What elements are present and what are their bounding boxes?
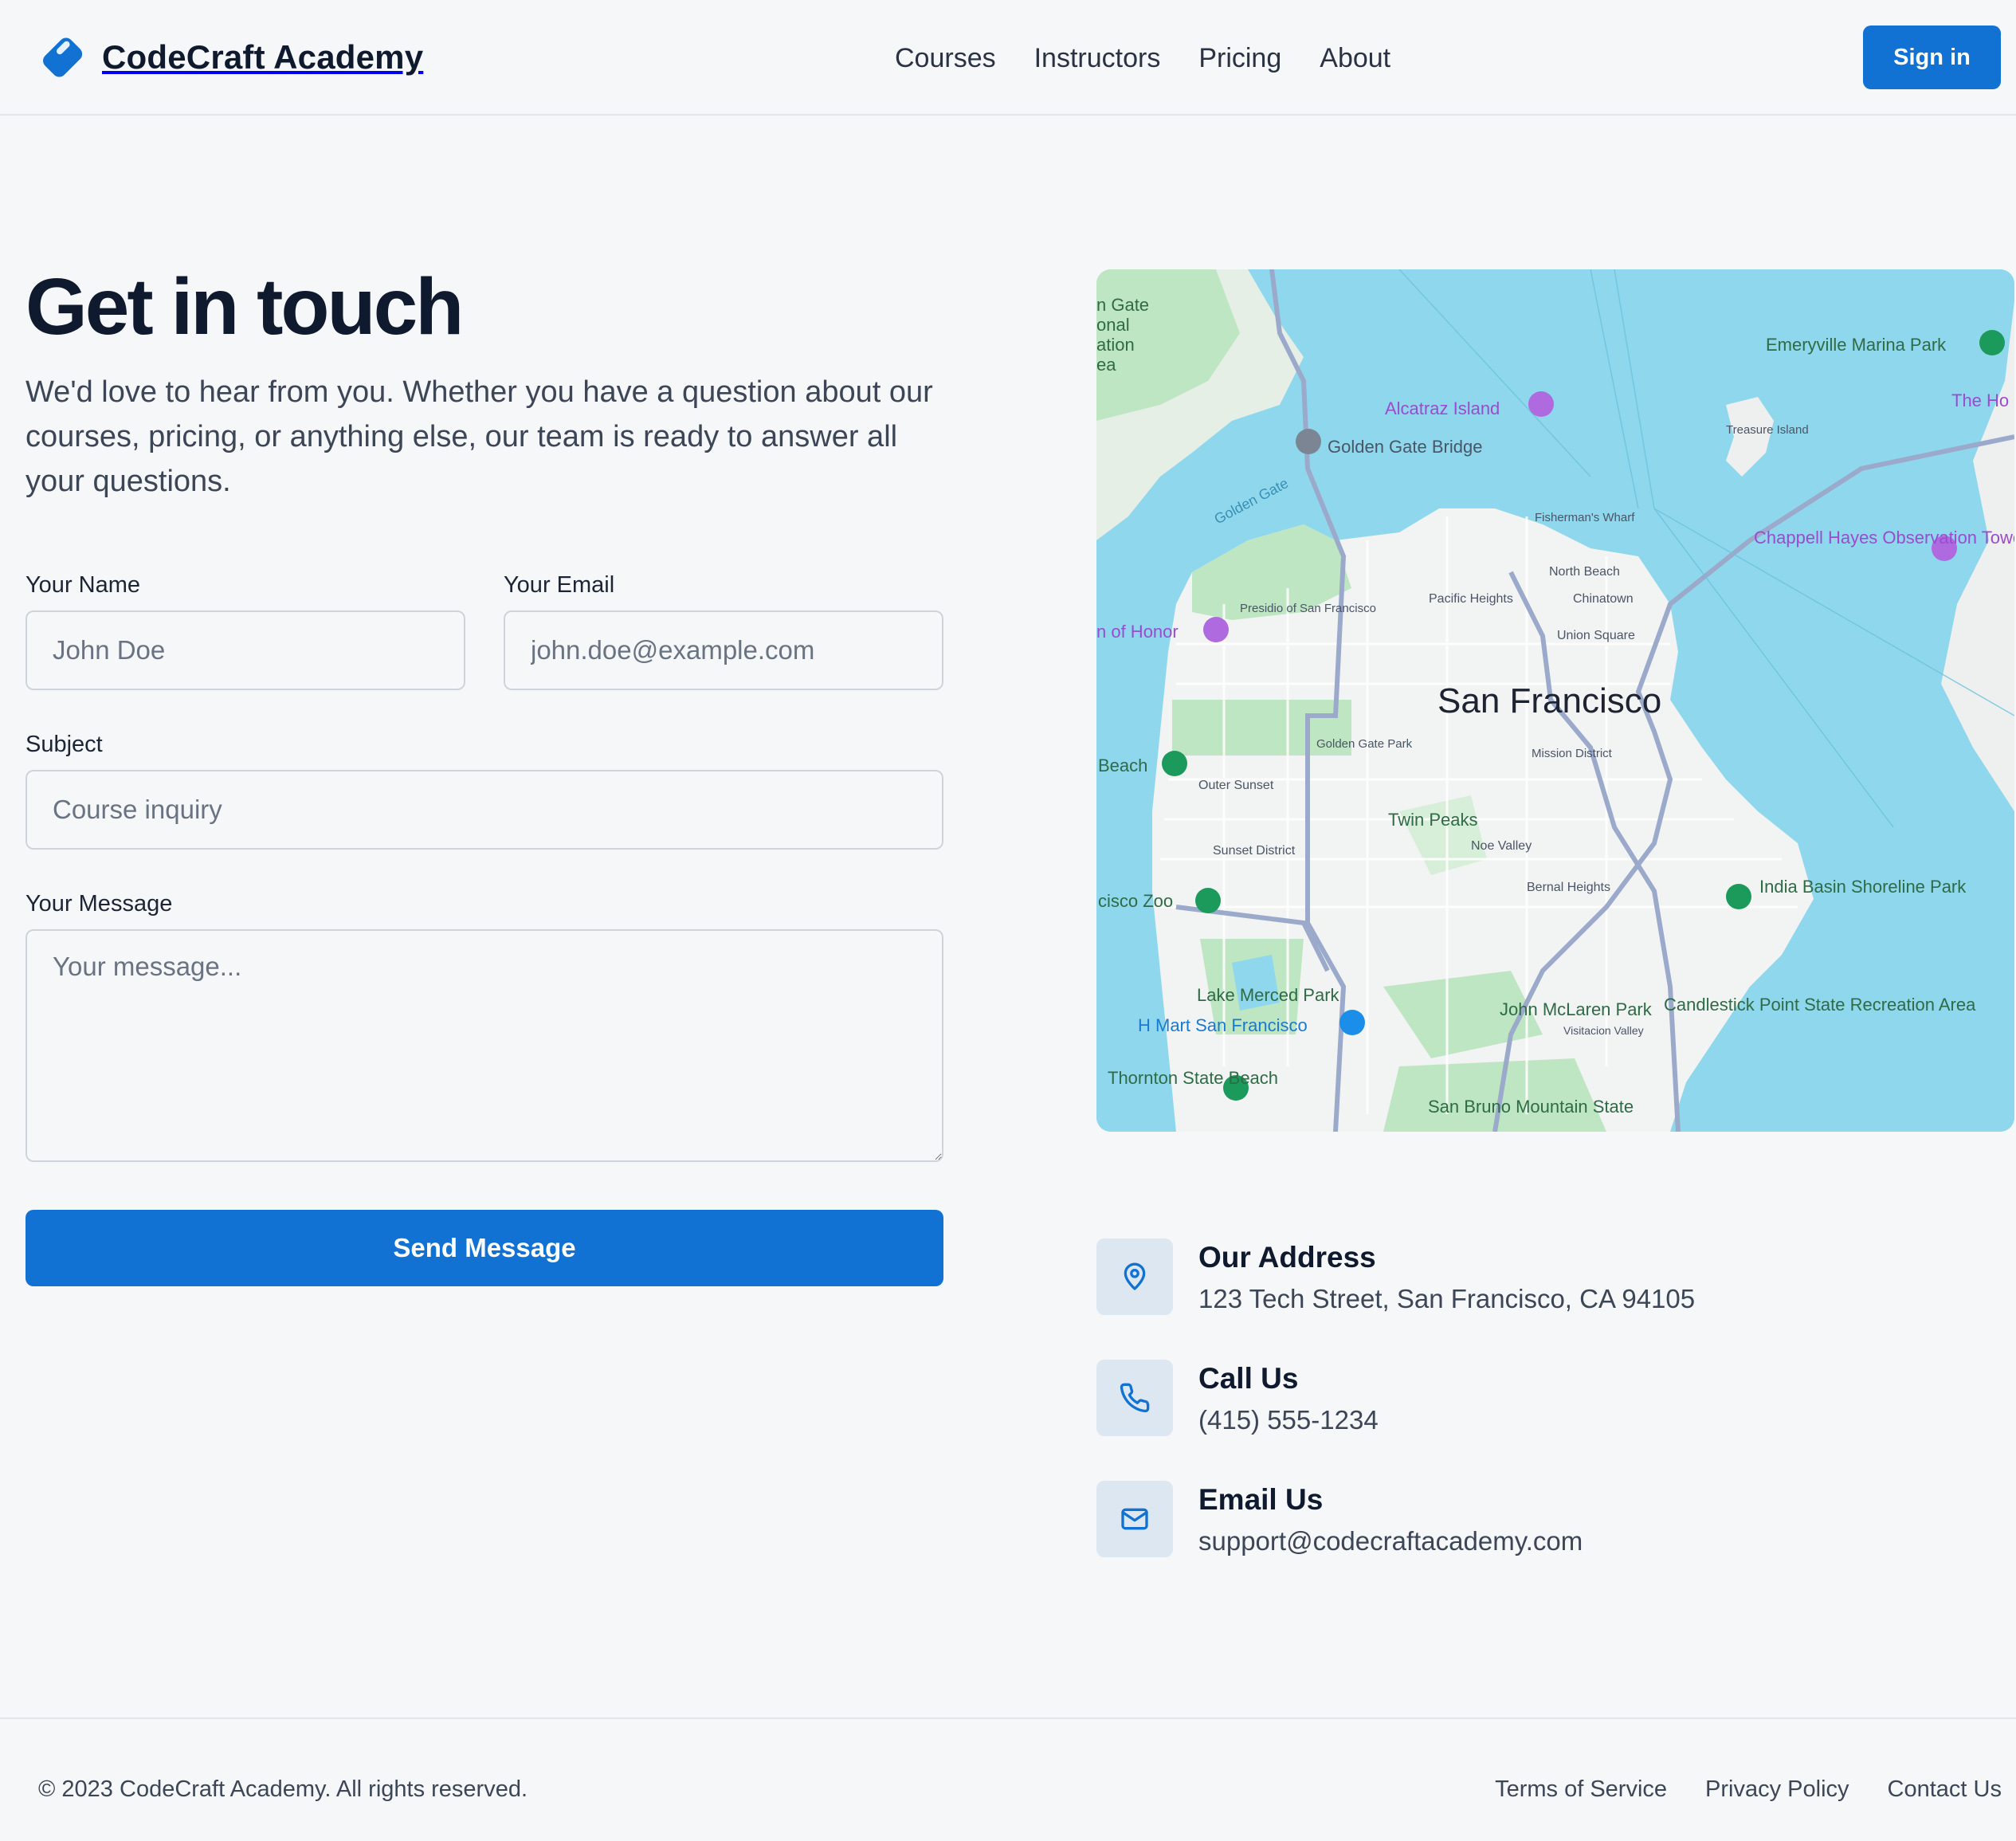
footer-link-privacy[interactable]: Privacy Policy xyxy=(1705,1773,1849,1805)
map-label-emeryville-marina: Emeryville Marina Park xyxy=(1766,335,1947,355)
subject-label: Subject xyxy=(25,732,103,757)
map-label-fishermans-wharf: Fisherman's Wharf xyxy=(1535,511,1635,524)
footer-link-terms[interactable]: Terms of Service xyxy=(1495,1773,1667,1805)
brand-name: CodeCraft Academy xyxy=(102,38,424,76)
email-text[interactable]: support@codecraftacademy.com xyxy=(1198,1524,1583,1559)
contact-phone: Call Us (415) 555-1234 xyxy=(1096,1360,1973,1439)
map-label-chinatown: Chinatown xyxy=(1573,592,1634,606)
tag-icon xyxy=(43,37,83,77)
map-pin-icon xyxy=(1096,1238,1173,1315)
map-label-bernal-heights: Bernal Heights xyxy=(1527,881,1610,894)
map-label-candlestick: Candlestick Point State Recreation Area xyxy=(1664,995,1976,1015)
email-input[interactable] xyxy=(504,610,943,690)
message-textarea[interactable] xyxy=(25,929,943,1162)
map-label-mclaren: John McLaren Park xyxy=(1500,999,1653,1019)
subject-input[interactable] xyxy=(25,770,943,850)
phone-text[interactable]: (415) 555-1234 xyxy=(1198,1403,1379,1438)
map-label-golden-gate-nra-4: ea xyxy=(1096,355,1116,375)
map-label-noe-valley: Noe Valley xyxy=(1471,839,1532,853)
address-text: 123 Tech Street, San Francisco, CA 94105 xyxy=(1198,1284,1696,1313)
map-pin-emeryville-marina[interactable] xyxy=(1979,330,2005,355)
name-input[interactable] xyxy=(25,610,465,690)
map-pin-ocean-beach[interactable] xyxy=(1162,751,1187,776)
contact-address: Our Address 123 Tech Street, San Francis… xyxy=(1096,1238,1973,1318)
map-label-h-mart: H Mart San Francisco xyxy=(1138,1015,1308,1035)
address-title: Our Address xyxy=(1198,1241,1376,1274)
map-label-sunset-district: Sunset District xyxy=(1213,844,1296,858)
location-map[interactable]: n Gate onal ation ea Golden Gate Bridge … xyxy=(1096,269,2014,1132)
map-pin-alcatraz[interactable] xyxy=(1528,391,1554,417)
map-label-india-basin: India Basin Shoreline Park xyxy=(1759,877,1967,897)
page-title: Get in touch xyxy=(25,262,464,351)
map-label-lake-merced: Lake Merced Park xyxy=(1197,985,1340,1005)
map-city-label: San Francisco xyxy=(1437,681,1661,720)
map-label-the-ho: The Ho xyxy=(1951,391,2009,410)
sign-in-button[interactable]: Sign in xyxy=(1863,26,2001,89)
footer-nav: Terms of Service Privacy Policy Contact … xyxy=(1495,1773,2002,1805)
map-label-treasure-island: Treasure Island xyxy=(1726,423,1809,437)
map-pin-legion-of-honor[interactable] xyxy=(1203,617,1229,642)
nav-item-about[interactable]: About xyxy=(1320,38,1390,78)
map-label-twin-peaks: Twin Peaks xyxy=(1388,810,1478,830)
map-label-golden-gate-park: Golden Gate Park xyxy=(1316,737,1413,751)
mail-icon xyxy=(1096,1481,1173,1557)
map-label-golden-gate-nra-1: n Gate xyxy=(1096,295,1149,315)
contact-email: Email Us support@codecraftacademy.com xyxy=(1096,1481,1973,1560)
map-label-presidio: Presidio of San Francisco xyxy=(1240,602,1376,615)
page-subtitle: We'd love to hear from you. Whether you … xyxy=(25,375,933,498)
map-canvas: n Gate onal ation ea Golden Gate Bridge … xyxy=(1096,269,2014,1132)
map-label-golden-gate-bridge: Golden Gate Bridge xyxy=(1328,437,1482,457)
copyright-text: © 2023 CodeCraft Academy. All rights res… xyxy=(38,1776,528,1802)
message-label: Your Message xyxy=(25,891,173,917)
map-label-visitacion-valley: Visitacion Valley xyxy=(1563,1024,1644,1037)
main-nav: Courses Instructors Pricing About xyxy=(895,38,1390,78)
map-label-thornton: Thornton State Beach xyxy=(1108,1068,1278,1088)
map-label-san-bruno: San Bruno Mountain State xyxy=(1428,1097,1634,1117)
map-label-alcatraz: Alcatraz Island xyxy=(1385,398,1500,418)
email-label: Your Email xyxy=(504,572,615,598)
phone-icon xyxy=(1096,1360,1173,1436)
map-label-north-beach: North Beach xyxy=(1549,565,1620,579)
map-label-union-square: Union Square xyxy=(1557,629,1635,642)
map-label-pacific-heights: Pacific Heights xyxy=(1429,592,1513,606)
map-label-chappell-hayes: Chappell Hayes Observation Tower xyxy=(1754,528,2014,548)
map-pin-golden-gate-bridge[interactable] xyxy=(1296,429,1321,454)
map-label-legion-of-honor: n of Honor xyxy=(1096,622,1179,642)
footer-link-contact[interactable]: Contact Us xyxy=(1888,1773,2002,1805)
nav-item-pricing[interactable]: Pricing xyxy=(1198,38,1281,78)
map-label-zoo: cisco Zoo xyxy=(1098,891,1173,911)
nav-item-instructors[interactable]: Instructors xyxy=(1034,38,1161,78)
map-label-golden-gate-nra-2: onal xyxy=(1096,315,1130,335)
site-footer: © 2023 CodeCraft Academy. All rights res… xyxy=(0,1717,2016,1841)
site-header: CodeCraft Academy Courses Instructors Pr… xyxy=(0,0,2016,116)
brand-logo-link[interactable]: CodeCraft Academy xyxy=(38,32,423,83)
map-label-mission-district: Mission District xyxy=(1532,747,1613,760)
name-label: Your Name xyxy=(25,572,141,598)
email-title: Email Us xyxy=(1198,1483,1324,1516)
map-label-ocean-beach: Beach xyxy=(1098,756,1147,775)
phone-title: Call Us xyxy=(1198,1362,1299,1395)
map-label-golden-gate-nra-3: ation xyxy=(1096,335,1135,355)
map-pin-zoo[interactable] xyxy=(1195,888,1221,913)
map-label-outer-sunset: Outer Sunset xyxy=(1198,779,1274,792)
map-pin-h-mart[interactable] xyxy=(1339,1010,1365,1035)
nav-item-courses[interactable]: Courses xyxy=(895,38,996,78)
map-pin-india-basin[interactable] xyxy=(1726,884,1751,909)
send-message-button[interactable]: Send Message xyxy=(25,1210,943,1286)
